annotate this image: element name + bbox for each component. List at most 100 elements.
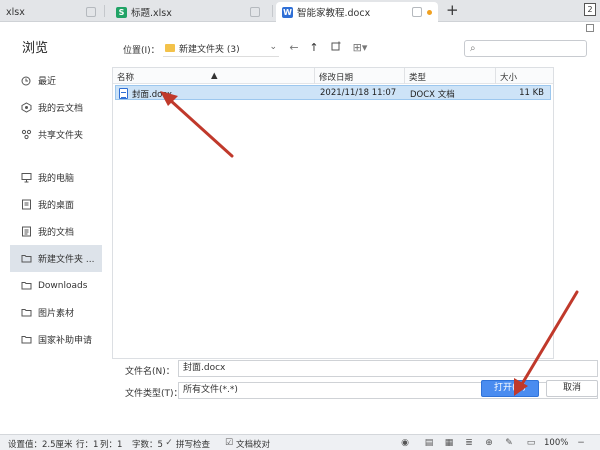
- filename-field[interactable]: 封面.docx: [178, 360, 598, 377]
- computer-icon: [20, 172, 32, 184]
- tab-label: 智能家教程.docx: [297, 8, 371, 19]
- zoom-icon[interactable]: ▭: [526, 438, 536, 448]
- file-row[interactable]: 封面.docx 2021/11/18 11:07 DOCX 文档 11 KB: [115, 85, 551, 100]
- column-modified[interactable]: 修改日期: [319, 71, 353, 83]
- sidebar-item-subsidy[interactable]: 国家补助申请: [10, 326, 102, 353]
- tab-xlsx[interactable]: xlsx: [0, 2, 104, 22]
- up-arrow-icon[interactable]: ↑: [307, 41, 321, 55]
- word-doc-icon: W: [282, 6, 293, 18]
- sidebar-item-label: 共享文件夹: [38, 131, 84, 141]
- spellcheck-icon: ✓: [165, 438, 173, 448]
- tab-label: xlsx: [6, 6, 25, 18]
- app-tab-strip: xlsx S 标题.xlsx W 智能家教程.docx + 2: [0, 0, 600, 22]
- filename-label: 文件名(N)：: [125, 367, 175, 377]
- tab-close-icon[interactable]: [86, 7, 96, 17]
- outline-icon[interactable]: ≣: [464, 438, 474, 448]
- sidebar-item-new-folder[interactable]: 新建文件夹 ...: [10, 245, 102, 272]
- status-row: 行：1: [76, 440, 99, 450]
- file-name: 封面.docx: [132, 90, 173, 100]
- sidebar-item-label: 图片素材: [38, 309, 75, 319]
- page-view-icon[interactable]: ▤: [424, 438, 434, 448]
- dialog-close-icon[interactable]: [586, 24, 594, 32]
- edit-icon[interactable]: ✎: [504, 438, 514, 448]
- file-size: 11 KB: [519, 88, 544, 98]
- file-list-scroll-area[interactable]: [556, 67, 592, 359]
- sidebar-item-downloads[interactable]: Downloads: [10, 272, 102, 299]
- sidebar-item-label: Downloads: [38, 280, 88, 291]
- location-value: 新建文件夹 (3): [179, 44, 240, 55]
- sidebar-item-label: 最近: [38, 77, 57, 87]
- open-file-dialog: 浏览 最近 我的云文档 共享文件夹 我的电脑 我的桌面 我的文档 新建文件夹 .…: [0, 22, 600, 434]
- zoom-level[interactable]: 100%: [544, 438, 568, 448]
- folder-icon: [20, 253, 32, 265]
- tab-word-doc[interactable]: W 智能家教程.docx: [276, 2, 438, 22]
- file-list: 名称 ▲ 修改日期 类型 大小 封面.docx 2021/11/18 11:07…: [112, 67, 554, 359]
- open-button[interactable]: 打开(O): [481, 380, 539, 397]
- sidebar-item-label: 我的云文档: [38, 104, 84, 114]
- column-name[interactable]: 名称: [117, 71, 134, 83]
- sidebar-item-label: 我的电脑: [38, 174, 75, 184]
- tab-label: 标题.xlsx: [131, 8, 172, 19]
- folder-icon: [20, 307, 32, 319]
- cloud-icon: [20, 102, 32, 114]
- sidebar-item-label: 新建文件夹 ...: [38, 255, 95, 265]
- folder-icon: [20, 280, 32, 292]
- sidebar-item-desktop[interactable]: 我的桌面: [10, 191, 102, 218]
- sort-ascending-icon: ▲: [211, 71, 218, 81]
- folder-icon: [165, 44, 175, 52]
- unsaved-dot-icon: [427, 10, 432, 15]
- documents-icon: [20, 226, 32, 238]
- status-spellcheck[interactable]: 拼写检查: [176, 438, 210, 450]
- new-folder-icon[interactable]: [329, 41, 343, 55]
- back-arrow-icon[interactable]: ←: [287, 41, 301, 55]
- location-toolbar: 位置(I)： 新建文件夹 (3) ⌄ ← ↑ ⊞▾ ⌕: [123, 40, 593, 58]
- web-view-icon[interactable]: ⊕: [484, 438, 494, 448]
- docx-file-icon: [119, 88, 128, 99]
- spreadsheet-icon: S: [116, 6, 127, 18]
- column-size[interactable]: 大小: [500, 71, 517, 83]
- sidebar-item-computer[interactable]: 我的电脑: [10, 164, 102, 191]
- status-proofread[interactable]: 文档校对: [236, 438, 270, 450]
- dialog-title: 浏览: [22, 41, 49, 56]
- eye-icon[interactable]: ◉: [400, 438, 410, 448]
- location-dropdown[interactable]: 新建文件夹 (3) ⌄: [163, 40, 279, 57]
- file-list-header: 名称 ▲ 修改日期 类型 大小: [113, 68, 553, 84]
- sidebar-item-label: 国家补助申请: [38, 336, 93, 346]
- sidebar-item-label: 我的桌面: [38, 201, 75, 211]
- column-type[interactable]: 类型: [409, 71, 426, 83]
- sidebar-item-documents[interactable]: 我的文档: [10, 218, 102, 245]
- places-sidebar: 最近 我的云文档 共享文件夹 我的电脑 我的桌面 我的文档 新建文件夹 ...: [10, 67, 102, 353]
- search-icon: ⌕: [470, 43, 476, 54]
- tab-close-icon[interactable]: [412, 7, 422, 17]
- status-col: 列：1: [100, 440, 123, 450]
- zoom-out-icon[interactable]: −: [576, 438, 586, 448]
- file-modified: 2021/11/18 11:07: [320, 88, 397, 98]
- status-word-count[interactable]: 字数：5: [132, 438, 163, 450]
- view-options-icon[interactable]: ⊞▾: [349, 41, 371, 55]
- folder-icon: [20, 334, 32, 346]
- sidebar-item-pictures[interactable]: 图片素材: [10, 299, 102, 326]
- sidebar-item-recent[interactable]: 最近: [10, 67, 102, 94]
- new-tab-plus-icon[interactable]: +: [446, 1, 459, 19]
- sidebar-item-cloud[interactable]: 我的云文档: [10, 94, 102, 121]
- filename-value: 封面.docx: [183, 363, 226, 373]
- filetype-value: 所有文件(*.*): [183, 385, 238, 395]
- tab-close-icon[interactable]: [250, 7, 260, 17]
- status-bar: 设置值：2.5厘米 行：1 列：1 字数：5 ✓ 拼写检查 ☑ 文档校对 ◉ ▤…: [0, 434, 600, 450]
- search-input[interactable]: ⌕: [464, 40, 587, 57]
- desktop-icon: [20, 199, 32, 211]
- sidebar-item-label: 我的文档: [38, 228, 75, 238]
- status-setting-value: 设置值：2.5厘米: [8, 440, 73, 450]
- tab-spreadsheet[interactable]: S 标题.xlsx: [110, 2, 268, 22]
- file-type: DOCX 文档: [410, 90, 455, 100]
- grid-view-icon[interactable]: ▦: [444, 438, 454, 448]
- chevron-down-icon: ⌄: [269, 42, 277, 52]
- cancel-button[interactable]: 取消: [546, 380, 598, 397]
- clock-icon: [20, 75, 32, 87]
- proofread-icon: ☑: [224, 438, 234, 448]
- share-icon: [20, 129, 32, 141]
- location-label: 位置(I)：: [123, 46, 160, 56]
- window-count-button[interactable]: 2: [584, 3, 596, 16]
- sidebar-item-shared[interactable]: 共享文件夹: [10, 121, 102, 148]
- filetype-label: 文件类型(T)：: [125, 389, 183, 399]
